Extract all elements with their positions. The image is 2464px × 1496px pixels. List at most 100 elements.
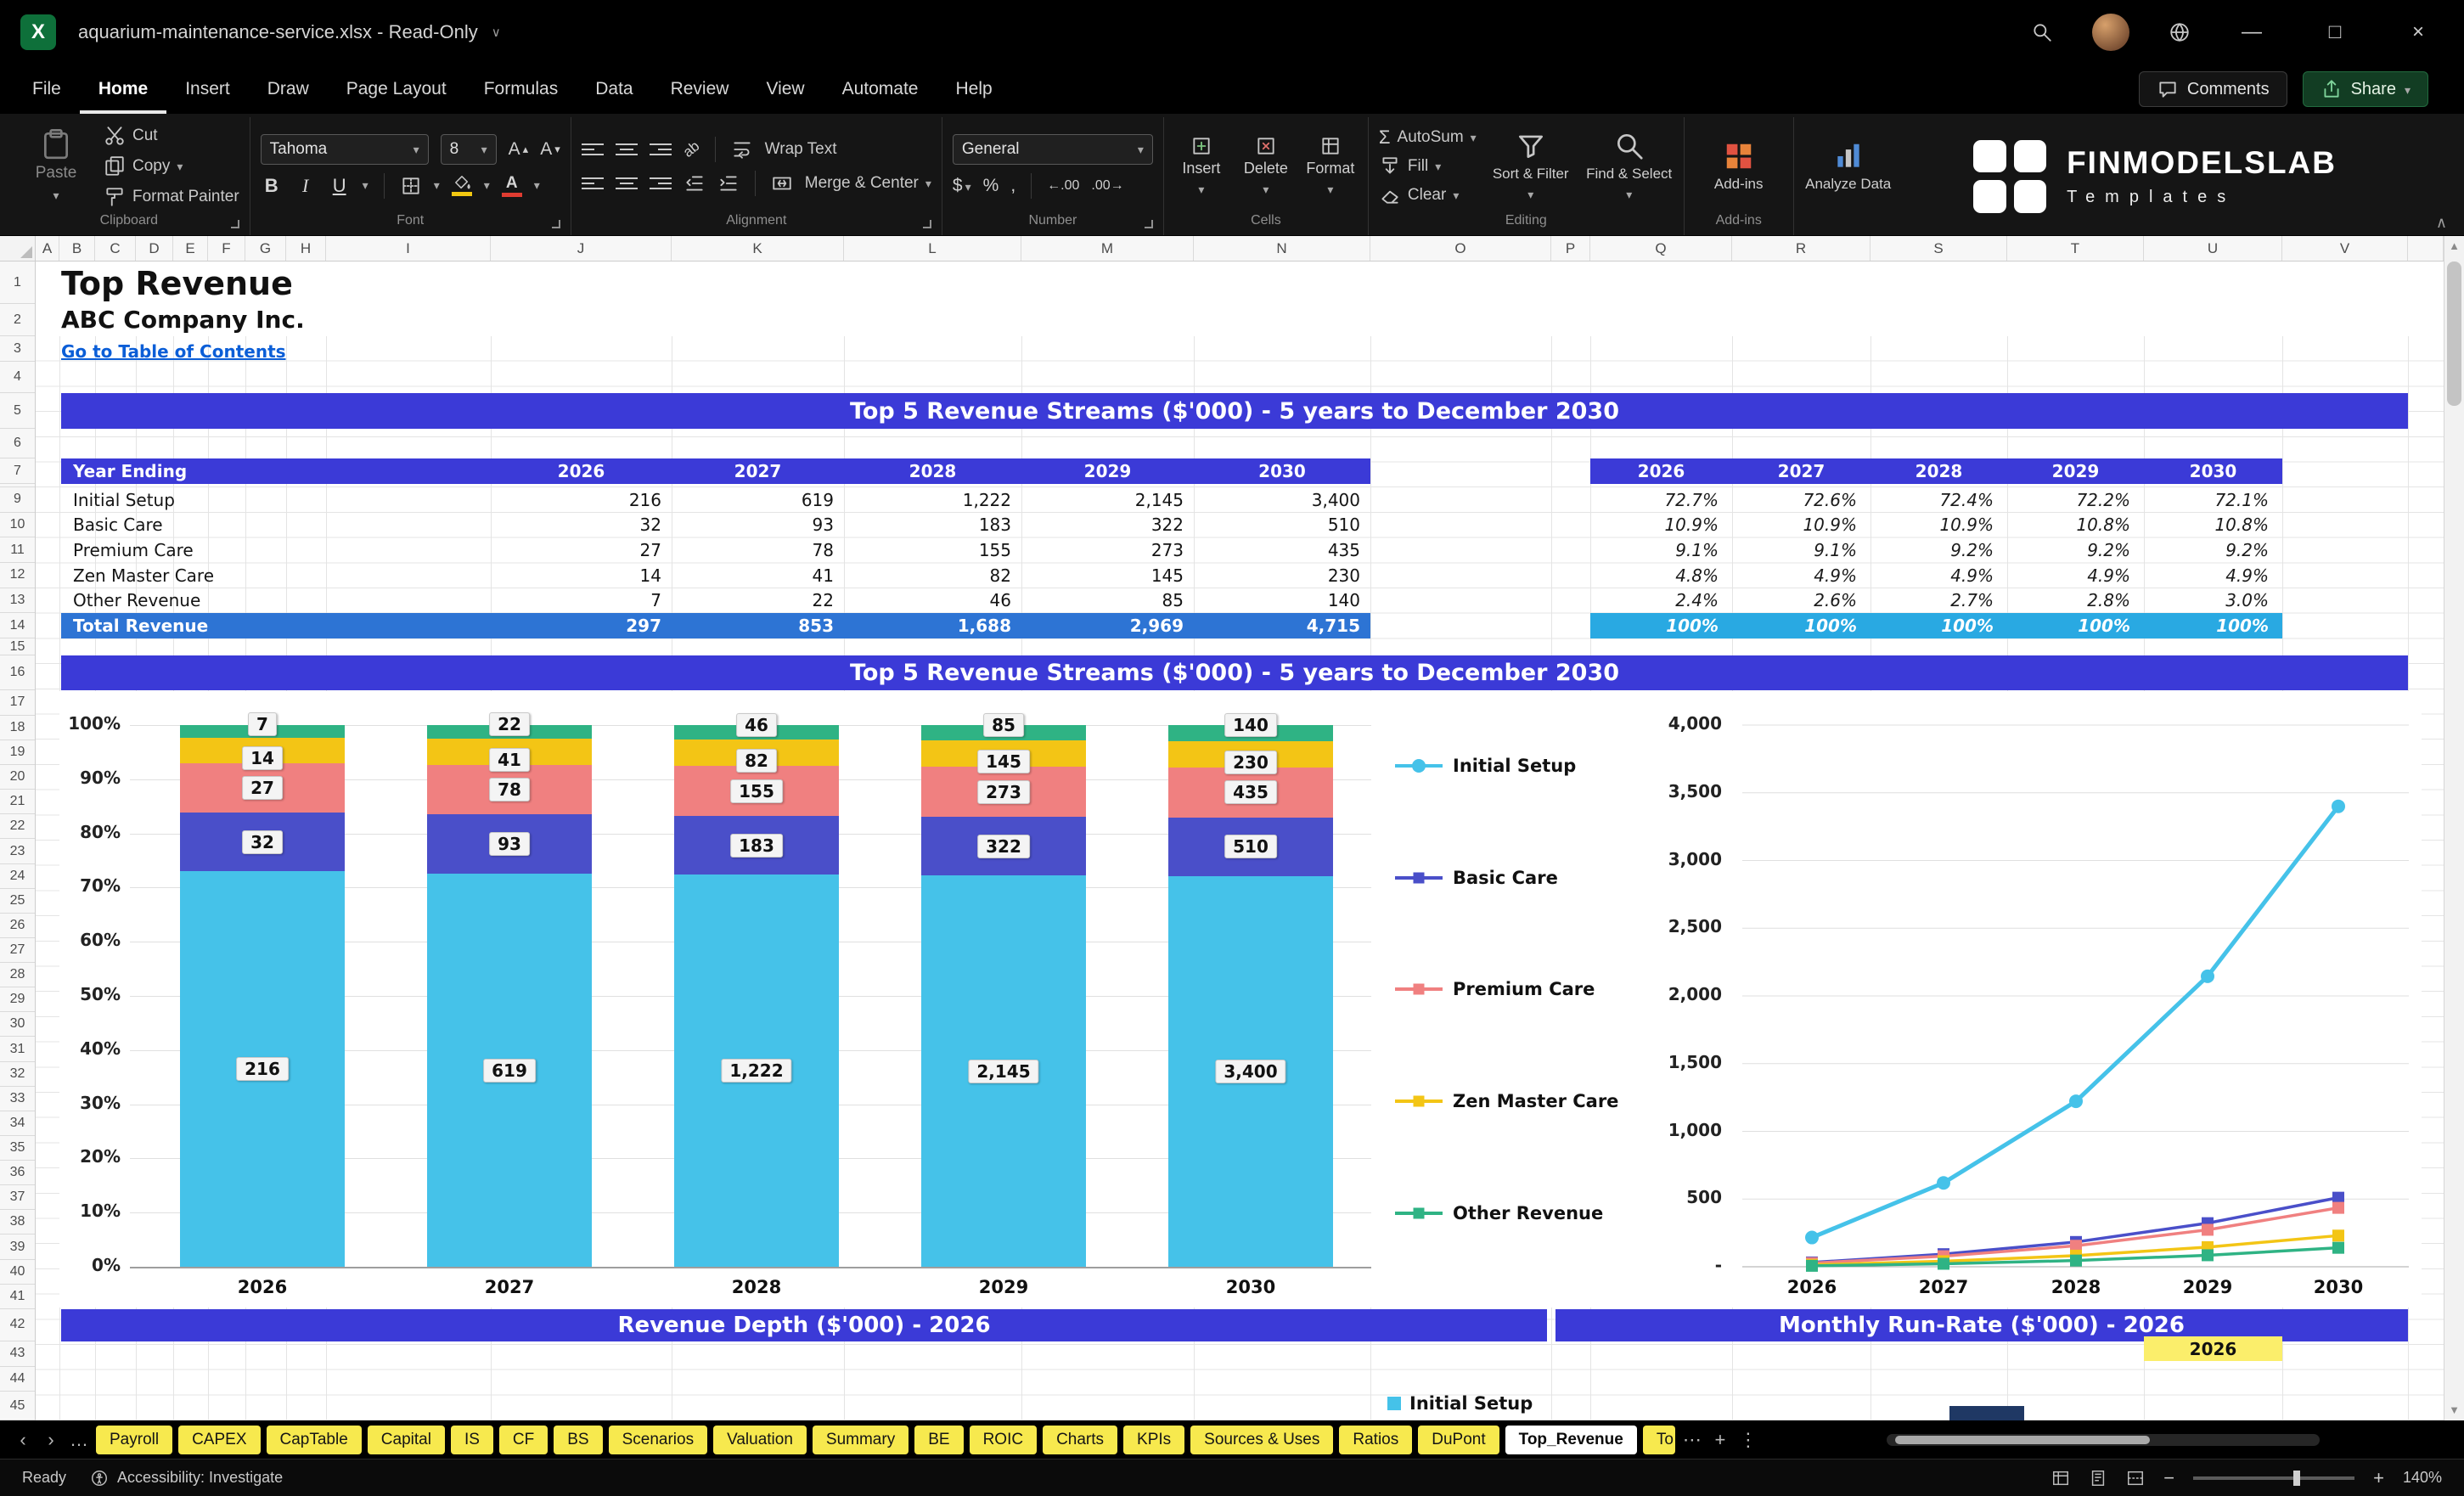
column-header-v[interactable]: V [2282, 236, 2408, 261]
fill-button[interactable]: Fill [1379, 155, 1477, 178]
row-header-41[interactable]: 41 [0, 1285, 35, 1309]
menu-item-insert[interactable]: Insert [166, 65, 249, 114]
row-header-33[interactable]: 33 [0, 1087, 35, 1111]
format-cells-button[interactable]: Format [1303, 135, 1358, 198]
format-painter-button[interactable]: Format Painter [104, 185, 239, 209]
sheet-tab-bs[interactable]: BS [554, 1426, 602, 1454]
sheet-tab-summary[interactable]: Summary [813, 1426, 909, 1454]
row-header-39[interactable]: 39 [0, 1234, 35, 1259]
table-cell-pct[interactable]: 72.4% [1871, 487, 2007, 513]
page-break-view-icon[interactable] [2126, 1469, 2145, 1488]
table-cell-pct[interactable]: 72.2% [2007, 487, 2144, 513]
table-cell-value[interactable]: 82 [844, 563, 1021, 588]
share-button[interactable]: Share [2303, 71, 2428, 107]
column-header-u[interactable]: U [2144, 236, 2282, 261]
normal-view-icon[interactable] [2051, 1469, 2070, 1488]
number-format-select[interactable]: General [953, 134, 1153, 165]
sort-filter-button[interactable]: Sort & Filter [1487, 130, 1575, 202]
legend-item-basic-care[interactable]: Basic Care [1395, 868, 1558, 888]
row-header-6[interactable]: 6 [0, 429, 35, 458]
comma-format-button[interactable]: , [1010, 176, 1015, 196]
row-header-35[interactable]: 35 [0, 1136, 35, 1161]
column-header-b[interactable]: B [59, 236, 95, 261]
table-cell-pct[interactable]: 100% [2144, 613, 2282, 638]
table-cell-value[interactable]: 2029 [1021, 458, 1194, 484]
table-cell-pct[interactable]: 72.6% [1732, 487, 1871, 513]
italic-button[interactable]: I [295, 175, 317, 197]
menu-item-automate[interactable]: Automate [824, 65, 937, 114]
sheet-tab-payroll[interactable]: Payroll [96, 1426, 172, 1454]
more-sheets-icon[interactable]: ⋯ [1681, 1429, 1703, 1451]
wrap-text-button[interactable]: Wrap Text [765, 138, 837, 161]
table-cell-pct[interactable]: 9.1% [1732, 537, 1871, 563]
menu-item-view[interactable]: View [747, 65, 823, 114]
table-cell-pct[interactable]: 9.2% [2007, 537, 2144, 563]
autosum-button[interactable]: ΣAutoSum [1379, 126, 1477, 149]
increase-indent-icon[interactable] [717, 172, 740, 194]
align-right-icon[interactable] [650, 177, 672, 189]
insert-cells-button[interactable]: Insert [1174, 135, 1229, 198]
column-header-m[interactable]: M [1021, 236, 1194, 261]
column-header-h[interactable]: H [286, 236, 326, 261]
maximize-button[interactable]: □ [2313, 20, 2357, 44]
sheet-tab-capital[interactable]: Capital [368, 1426, 445, 1454]
row-header-45[interactable]: 45 [0, 1392, 35, 1420]
table-row-label[interactable]: Total Revenue [61, 613, 491, 638]
table-cell-value[interactable]: 435 [1194, 537, 1370, 563]
table-cell-pct[interactable]: 100% [2007, 613, 2144, 638]
row-header-3[interactable]: 3 [0, 336, 35, 362]
legend-item-premium-care[interactable]: Premium Care [1395, 979, 1595, 999]
row-header-26[interactable]: 26 [0, 914, 35, 938]
clear-button[interactable]: Clear [1379, 183, 1477, 207]
sheet-tab-capex[interactable]: CAPEX [178, 1426, 260, 1454]
table-cell-pct[interactable]: 3.0% [2144, 588, 2282, 614]
copy-button[interactable]: Copy [104, 155, 239, 178]
table-cell-value[interactable]: 155 [844, 537, 1021, 563]
comments-button[interactable]: Comments [2139, 71, 2287, 107]
table-cell-value[interactable]: 46 [844, 588, 1021, 614]
row-header-1[interactable]: 1 [0, 262, 35, 304]
dialog-launcher-icon[interactable] [231, 220, 239, 228]
table-cell-pct[interactable]: 4.9% [1871, 563, 2007, 588]
runrate-year-cell[interactable]: 2026 [2144, 1336, 2282, 1361]
table-cell-pct[interactable]: 100% [1732, 613, 1871, 638]
table-row-label[interactable]: Other Revenue [61, 588, 491, 614]
row-header-5[interactable]: 5 [0, 393, 35, 429]
table-cell-pct[interactable]: 4.8% [1590, 563, 1732, 588]
bold-button[interactable]: B [261, 175, 283, 197]
dialog-launcher-icon[interactable] [923, 220, 931, 228]
column-header-o[interactable]: O [1370, 236, 1551, 261]
font-family-select[interactable]: Tahoma [261, 134, 429, 165]
row-header-30[interactable]: 30 [0, 1012, 35, 1037]
horizontal-scrollbar[interactable] [1887, 1434, 2320, 1446]
table-row-label[interactable]: Year Ending [61, 458, 491, 484]
row-header-9[interactable]: 9 [0, 487, 35, 513]
menu-item-home[interactable]: Home [80, 65, 166, 114]
column-header-g[interactable]: G [245, 236, 286, 261]
borders-dropdown-icon[interactable] [434, 178, 440, 194]
fill-color-dropdown-icon[interactable] [484, 178, 490, 194]
table-cell-pct[interactable]: 10.9% [1590, 512, 1732, 537]
accessibility-status[interactable]: Accessibility: Investigate [90, 1469, 283, 1488]
table-cell-pct[interactable]: 9.1% [1590, 537, 1732, 563]
row-header-29[interactable]: 29 [0, 987, 35, 1012]
align-center-icon[interactable] [616, 177, 638, 189]
presence-globe-icon[interactable] [2169, 21, 2191, 43]
table-cell-value[interactable]: 145 [1021, 563, 1194, 588]
vertical-scrollbar-thumb[interactable] [2447, 262, 2461, 406]
table-cell-pct[interactable]: 100% [1590, 613, 1732, 638]
row-header-17[interactable]: 17 [0, 690, 35, 716]
cut-button[interactable]: Cut [104, 124, 239, 148]
table-cell-pct[interactable]: 72.1% [2144, 487, 2282, 513]
scroll-down-icon[interactable]: ▼ [2444, 1400, 2464, 1420]
row-header-27[interactable]: 27 [0, 938, 35, 963]
font-size-select[interactable]: 8 [441, 134, 497, 165]
sheet-tab-to[interactable]: To [1643, 1426, 1675, 1454]
zoom-level[interactable]: 140% [2403, 1469, 2442, 1487]
font-color-button[interactable]: A [502, 175, 522, 197]
row-header-4[interactable]: 4 [0, 362, 35, 393]
table-cell-value[interactable]: 14 [491, 563, 672, 588]
menu-item-review[interactable]: Review [652, 65, 748, 114]
table-cell-pct[interactable]: 2026 [1590, 458, 1732, 484]
table-cell-value[interactable]: 41 [672, 563, 844, 588]
